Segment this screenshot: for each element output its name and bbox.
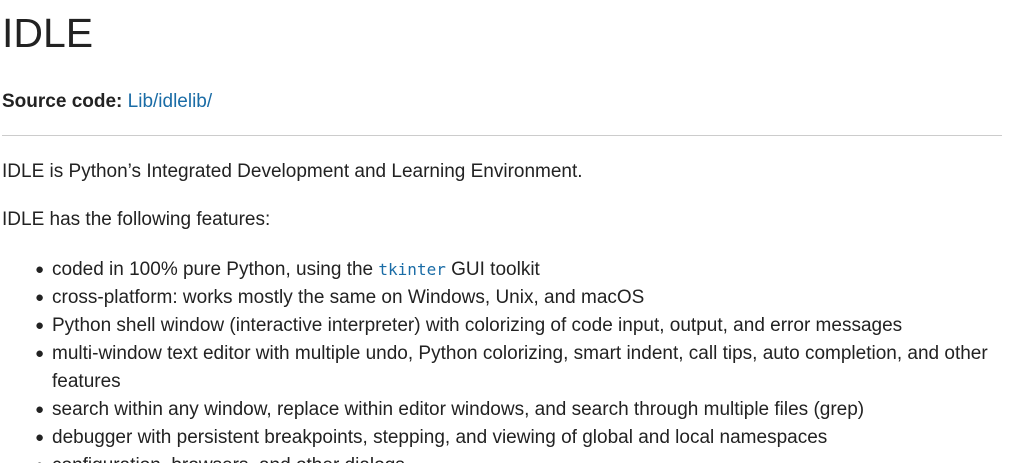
- list-item: ● debugger with persistent breakpoints, …: [35, 424, 1002, 452]
- intro-paragraph: IDLE is Python’s Integrated Development …: [2, 161, 583, 182]
- list-item: ● coded in 100% pure Python, using the t…: [35, 256, 1002, 284]
- bullet-icon: ●: [35, 429, 45, 446]
- list-item-text: Python shell window (interactive interpr…: [52, 315, 903, 336]
- list-item: ● configuration, browsers, and other dia…: [35, 452, 1002, 463]
- list-item-text: multi-window text editor with multiple u…: [52, 343, 988, 392]
- features-intro-paragraph: IDLE has the following features:: [2, 209, 271, 230]
- page-title: IDLE: [2, 10, 94, 56]
- list-item: ● search within any window, replace with…: [35, 396, 1002, 424]
- list-item: ● cross-platform: works mostly the same …: [35, 284, 1002, 312]
- list-item-text: GUI toolkit: [445, 259, 540, 280]
- list-item: ● multi-window text editor with multiple…: [35, 340, 1002, 396]
- list-item-text: debugger with persistent breakpoints, st…: [52, 427, 828, 448]
- list-item: ● Python shell window (interactive inter…: [35, 312, 1002, 340]
- tkinter-link[interactable]: tkinter: [378, 259, 445, 280]
- bullet-icon: ●: [35, 261, 45, 278]
- list-item-text: cross-platform: works mostly the same on…: [52, 287, 645, 308]
- source-code-line: Source code: Lib/idlelib/: [2, 90, 212, 114]
- features-list: ● coded in 100% pure Python, using the t…: [2, 256, 1002, 463]
- bullet-icon: ●: [35, 452, 44, 463]
- tkinter-code: tkinter: [378, 260, 446, 279]
- list-item-text: configuration, browsers, and other dialo…: [52, 455, 405, 463]
- list-item-text: coded in 100% pure Python, using the: [52, 259, 379, 280]
- bullet-icon: ●: [35, 317, 45, 334]
- list-item-text: search within any window, replace within…: [52, 399, 865, 420]
- bullet-icon: ●: [35, 401, 45, 418]
- horizontal-divider: [2, 135, 1002, 136]
- bullet-icon: ●: [35, 345, 45, 362]
- bullet-icon: ●: [35, 289, 45, 306]
- source-code-link[interactable]: Lib/idlelib/: [128, 91, 213, 112]
- source-code-label: Source code:: [2, 91, 123, 112]
